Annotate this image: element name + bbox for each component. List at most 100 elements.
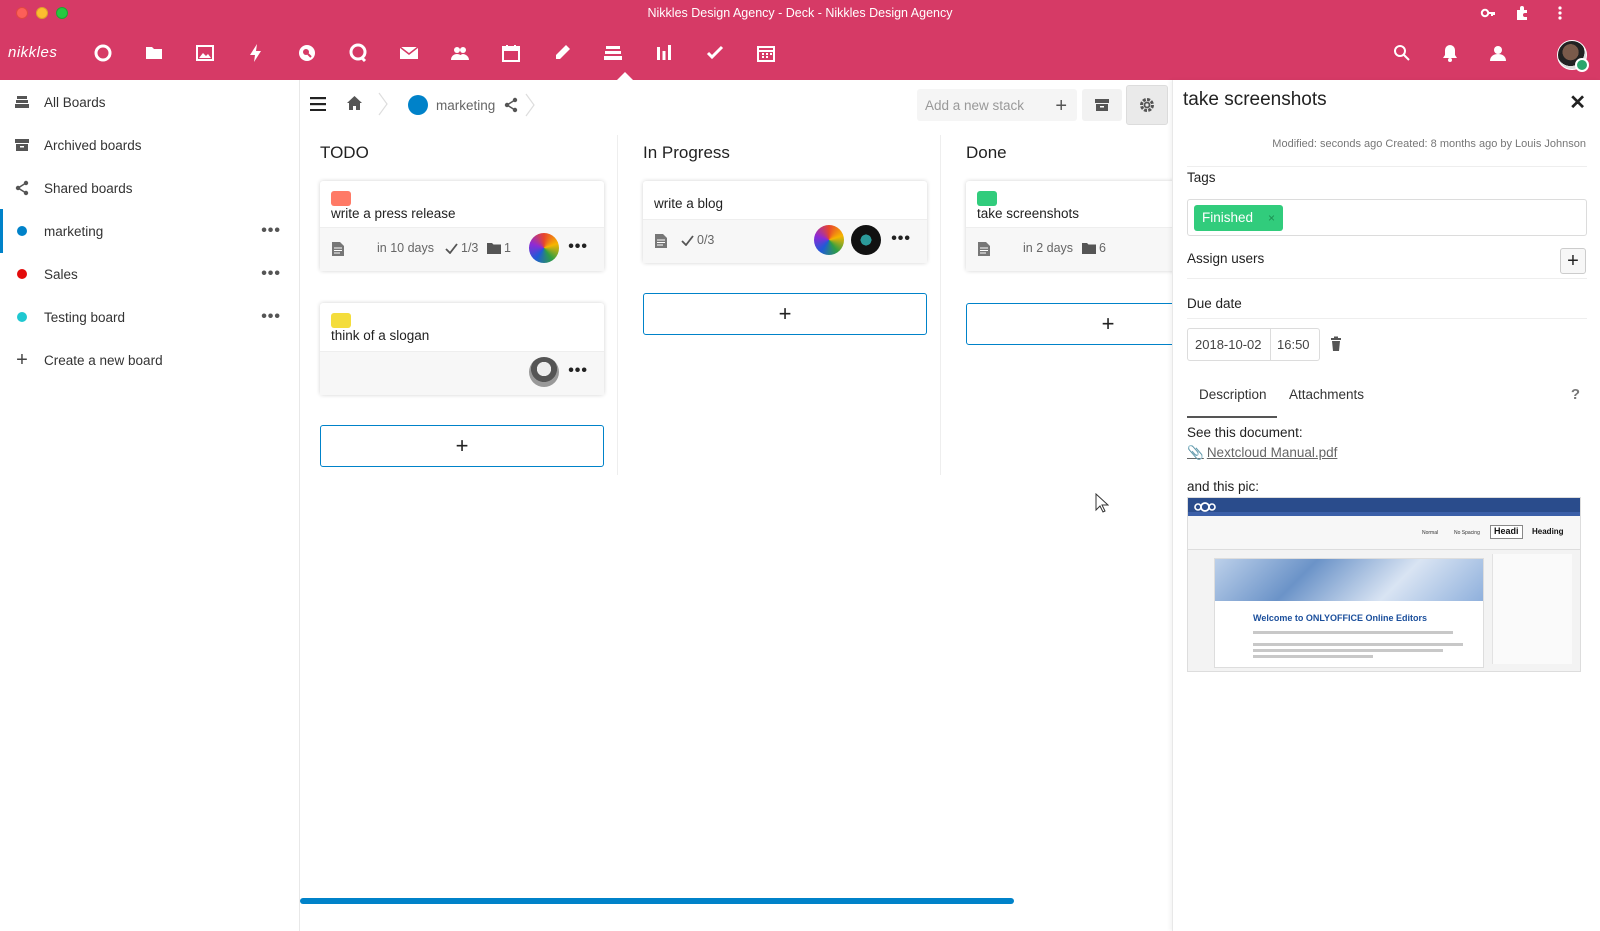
due-time-input[interactable]: 16:50 — [1270, 328, 1320, 361]
card-detail-title[interactable]: take screenshots — [1183, 89, 1327, 111]
stack-divider — [940, 135, 941, 475]
due-date: in 10 days — [377, 241, 434, 255]
image-text-line — [1253, 631, 1453, 634]
card-label — [977, 191, 997, 206]
description-icon — [978, 242, 990, 256]
sidebar-item-testing-board[interactable]: Testing board ••• — [0, 295, 299, 339]
avatar[interactable] — [529, 233, 559, 263]
hamburger-menu-icon[interactable] — [308, 94, 328, 114]
add-stack-input[interactable]: Add a new stack + — [917, 89, 1077, 121]
embedded-screenshot-image[interactable]: Normal No Spacing Headi Heading Welcome … — [1187, 497, 1581, 672]
key-icon[interactable] — [1480, 5, 1496, 21]
extension-icon[interactable] — [1514, 5, 1530, 21]
card-label — [331, 191, 351, 206]
avatar[interactable] — [851, 225, 881, 255]
active-app-indicator — [617, 72, 633, 80]
share-icon[interactable] — [503, 97, 519, 113]
sidebar-item-sales[interactable]: Sales ••• — [0, 252, 299, 296]
notes-icon[interactable] — [552, 43, 572, 63]
card-think-of-slogan[interactable]: think of a slogan ••• — [320, 303, 604, 395]
avatar[interactable] — [814, 225, 844, 255]
board-color-dot — [14, 223, 30, 239]
breadcrumb-separator — [525, 93, 536, 117]
tab-description[interactable]: Description — [1199, 387, 1267, 402]
tab-attachments[interactable]: Attachments — [1289, 387, 1364, 402]
stack-title[interactable]: In Progress — [643, 143, 730, 163]
checklist-count: 0/3 — [697, 233, 715, 247]
trash-icon[interactable] — [1328, 336, 1344, 352]
more-icon[interactable]: ••• — [261, 308, 281, 326]
board-controls: marketing Add a new stack + — [300, 80, 1172, 130]
schedule-icon[interactable] — [756, 43, 776, 63]
close-icon[interactable]: ✕ — [1569, 90, 1586, 115]
files-icon[interactable] — [144, 43, 164, 63]
plus-icon: + — [16, 348, 28, 371]
more-icon[interactable]: ••• — [261, 222, 281, 240]
image-text-line — [1253, 643, 1463, 646]
divider — [1187, 166, 1587, 167]
image-toolbar: Normal No Spacing Headi Heading — [1188, 516, 1580, 550]
card-write-a-blog[interactable]: write a blog 0/3 ••• — [643, 181, 927, 263]
card-menu-icon[interactable]: ••• — [891, 230, 911, 248]
more-icon[interactable]: ••• — [261, 265, 281, 283]
breadcrumb-separator — [376, 92, 390, 116]
help-icon[interactable]: ? — [1571, 386, 1580, 403]
mail-icon[interactable] — [399, 43, 419, 63]
sidebar-item-archived-boards[interactable]: Archived boards — [0, 123, 299, 167]
stack-title[interactable]: Done — [966, 143, 1007, 163]
add-card-button[interactable]: + — [320, 425, 604, 467]
board-name: marketing — [436, 97, 496, 113]
window-titlebar: Nikkles Design Agency - Deck - Nikkles D… — [0, 0, 1600, 26]
sidebar-item-all-boards[interactable]: All Boards — [0, 80, 299, 124]
remove-tag-icon[interactable]: × — [1268, 205, 1275, 231]
divider — [1187, 278, 1587, 279]
board-settings-button[interactable] — [1126, 85, 1168, 125]
add-card-button[interactable]: + — [966, 303, 1172, 345]
document-link[interactable]: 📎 Nextcloud Manual.pdf — [1187, 445, 1337, 461]
add-stack-button[interactable]: + — [1055, 95, 1067, 118]
image-text-line — [1253, 649, 1443, 652]
notifications-icon[interactable] — [1440, 43, 1460, 63]
contacts-menu-icon[interactable] — [1488, 43, 1508, 63]
avatar[interactable] — [529, 357, 559, 387]
sidebar-item-shared-boards[interactable]: Shared boards — [0, 166, 299, 210]
talk-icon[interactable] — [348, 43, 368, 63]
checklist-status: 0/3 — [681, 233, 714, 247]
card-take-screenshots[interactable]: take screenshots in 2 days 6 — [966, 181, 1172, 271]
menu-kebab-icon[interactable] — [1552, 5, 1568, 21]
scrollbar-thumb[interactable] — [300, 898, 1014, 904]
assign-user-button[interactable]: + — [1560, 248, 1586, 274]
calendar-icon[interactable] — [501, 43, 521, 63]
stack-title[interactable]: TODO — [320, 143, 369, 163]
search-apps-icon[interactable] — [297, 43, 317, 63]
sidebar-item-marketing[interactable]: marketing ••• — [0, 209, 299, 253]
logo[interactable]: nikkles — [8, 44, 57, 61]
image-style-label: Normal — [1422, 530, 1439, 536]
sidebar-item-label: Create a new board — [44, 352, 163, 368]
card-menu-icon[interactable]: ••• — [568, 238, 588, 256]
activity-icon[interactable] — [246, 43, 266, 63]
board-color-dot — [14, 309, 30, 325]
archived-cards-button[interactable] — [1082, 89, 1122, 121]
active-tab-indicator — [1187, 416, 1277, 418]
tags-field[interactable]: Finished × — [1187, 199, 1587, 236]
tag-finished[interactable]: Finished × — [1194, 205, 1284, 231]
home-icon[interactable] — [344, 93, 364, 113]
document-link-text: Nextcloud Manual.pdf — [1206, 445, 1338, 460]
contacts-icon[interactable] — [450, 43, 470, 63]
add-card-button[interactable]: + — [643, 293, 927, 335]
card-write-press-release[interactable]: write a press release in 10 days 1/3 1 •… — [320, 181, 604, 271]
search-icon[interactable] — [1392, 43, 1412, 63]
tasks-icon[interactable] — [705, 43, 725, 63]
card-footer: in 2 days 6 — [966, 227, 1172, 271]
dashboard-icon[interactable] — [93, 43, 113, 63]
card-menu-icon[interactable]: ••• — [568, 362, 588, 380]
photos-icon[interactable] — [195, 43, 215, 63]
create-board-button[interactable]: + Create a new board — [0, 338, 299, 382]
due-date-input[interactable]: 2018-10-02 — [1187, 328, 1271, 361]
analytics-icon[interactable] — [654, 43, 674, 63]
card-footer: ••• — [320, 351, 604, 395]
deck-icon[interactable] — [603, 43, 623, 63]
breadcrumb[interactable]: marketing — [408, 93, 536, 117]
board-area: marketing Add a new stack + TODO write a… — [300, 80, 1172, 931]
